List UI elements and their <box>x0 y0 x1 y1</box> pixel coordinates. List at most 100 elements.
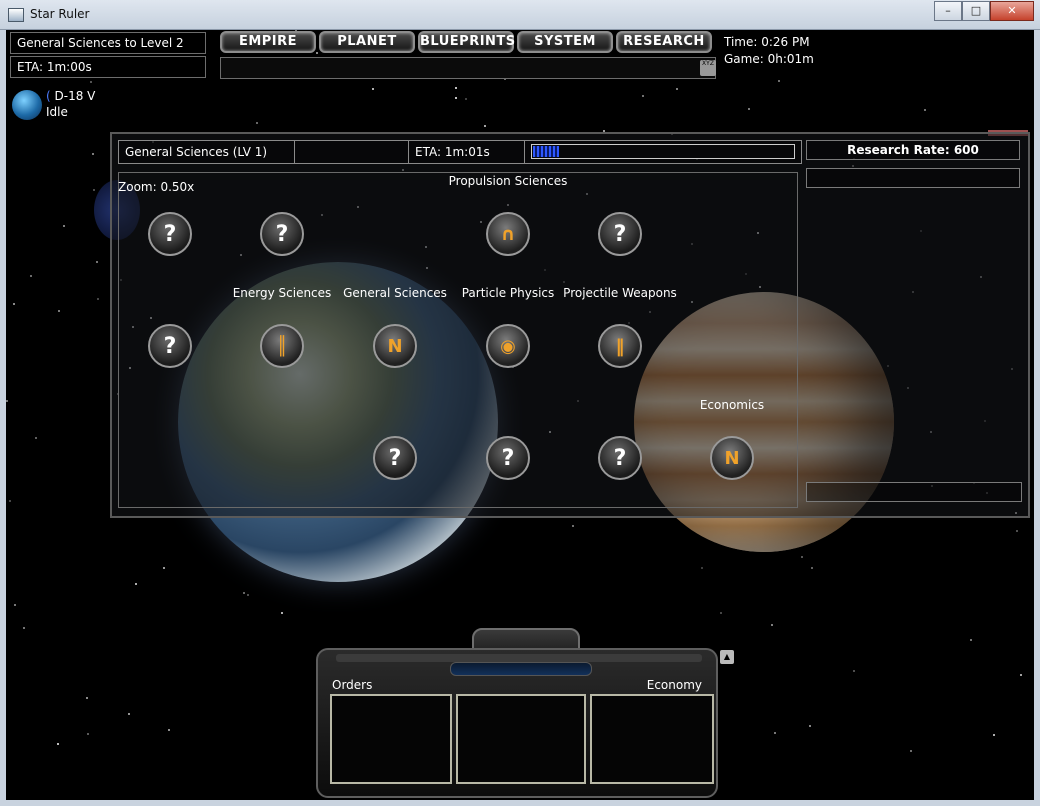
research-status-blank <box>295 141 409 163</box>
tech-node-particle-physics[interactable]: ◉ <box>486 324 530 368</box>
window-controls: – □ ✕ <box>934 1 1034 21</box>
star <box>281 612 283 614</box>
research-progress-fill <box>533 146 559 157</box>
app-icon <box>8 8 24 22</box>
unknown-icon: ? <box>275 221 289 247</box>
research-window: General Sciences (LV 1) ETA: 1m:01s Zoom… <box>110 132 1030 518</box>
tech-node-unknown-4[interactable]: ? <box>148 324 192 368</box>
research-progress-bar <box>531 144 795 159</box>
star <box>572 525 574 527</box>
tech-node-unknown-9[interactable]: ? <box>373 436 417 480</box>
propulsion-icon: ∩ <box>500 223 516 245</box>
star <box>774 732 776 734</box>
window-title: Star Ruler <box>30 7 90 21</box>
star <box>720 612 722 614</box>
selected-object-label: D-18 V <box>54 89 96 103</box>
projectile-weapons-icon: ‖ <box>615 335 625 357</box>
planet-globe-icon[interactable] <box>12 90 42 120</box>
tech-node-unknown-0[interactable]: ? <box>148 212 192 256</box>
star <box>924 109 926 111</box>
unknown-icon: ? <box>163 221 177 247</box>
particle-physics-icon: ◉ <box>500 335 516 357</box>
tech-node-unknown-3[interactable]: ? <box>598 212 642 256</box>
star <box>247 594 249 596</box>
tab-system[interactable]: SYSTEM <box>517 31 613 53</box>
current-research: General Sciences (LV 1) <box>119 141 295 163</box>
star <box>465 98 467 100</box>
tech-node-energy-sciences[interactable]: ║ <box>260 324 304 368</box>
unknown-icon: ? <box>388 445 402 471</box>
close-button[interactable]: ✕ <box>990 1 1034 21</box>
star <box>372 88 374 90</box>
real-time: Time: 0:26 PM <box>724 35 810 49</box>
bottom-console: Orders Economy ▲ <box>316 628 734 798</box>
star <box>853 670 855 672</box>
star <box>1016 530 1018 532</box>
main-nav: EMPIRE PLANET BLUEPRINTS SYSTEM RESEARCH <box>220 31 712 53</box>
economics-icon: N <box>724 447 740 469</box>
star <box>97 298 99 300</box>
tech-tree-area[interactable] <box>118 172 798 508</box>
selected-object-status: Idle <box>46 105 68 119</box>
selected-object-name[interactable]: ( D-18 V <box>46 89 95 103</box>
star <box>14 604 16 606</box>
tech-node-general-sciences[interactable]: N <box>373 324 417 368</box>
star <box>778 80 780 82</box>
tab-blueprints[interactable]: BLUEPRINTS <box>418 31 515 53</box>
research-progress-cell <box>525 141 801 163</box>
window-titlebar: Star Ruler – □ ✕ <box>0 0 1040 30</box>
star <box>57 743 59 745</box>
unknown-icon: ? <box>613 445 627 471</box>
research-eta: ETA: 1m:01s <box>409 141 525 163</box>
tech-node-economics[interactable]: N <box>710 436 754 480</box>
tech-node-label: Propulsion Sciences <box>448 174 568 188</box>
tech-node-label: Economics <box>699 398 765 412</box>
console-strip <box>336 654 702 662</box>
star <box>701 567 703 569</box>
orders-panel[interactable] <box>330 694 452 784</box>
console-body: Orders Economy <box>316 648 718 798</box>
tech-node-unknown-10[interactable]: ? <box>486 436 530 480</box>
unknown-icon: ? <box>613 221 627 247</box>
tab-planet[interactable]: PLANET <box>319 31 415 53</box>
star <box>801 556 803 558</box>
star <box>455 97 457 99</box>
research-queue-current[interactable]: General Sciences to Level 2 <box>10 32 206 54</box>
tech-node-projectile-weapons[interactable]: ‖ <box>598 324 642 368</box>
star <box>809 725 811 727</box>
research-sidebar-footer <box>806 482 1022 502</box>
minimize-button[interactable]: – <box>934 1 962 21</box>
xyz-toggle-button[interactable]: XYZ <box>700 60 716 76</box>
star <box>9 500 11 502</box>
star <box>63 225 65 227</box>
tech-node-propulsion-sciences[interactable]: ∩ <box>486 212 530 256</box>
star <box>970 639 972 641</box>
console-collapse-icon[interactable]: ▲ <box>720 650 734 664</box>
star <box>771 624 773 626</box>
center-panel[interactable] <box>456 694 586 784</box>
game-viewport[interactable]: General Sciences to Level 2 ETA: 1m:00s … <box>6 30 1034 800</box>
star <box>58 310 60 312</box>
star <box>6 400 8 402</box>
star <box>163 567 165 569</box>
general-sciences-icon: N <box>387 335 403 357</box>
maximize-button[interactable]: □ <box>962 1 990 21</box>
star <box>811 567 813 569</box>
game-time: Game: 0h:01m <box>724 52 814 66</box>
star <box>484 125 486 127</box>
tech-node-unknown-11[interactable]: ? <box>598 436 642 480</box>
tech-node-unknown-1[interactable]: ? <box>260 212 304 256</box>
research-queue-eta: ETA: 1m:00s <box>10 56 206 78</box>
star <box>23 627 25 629</box>
tab-empire[interactable]: EMPIRE <box>220 31 316 53</box>
star <box>93 189 95 191</box>
star <box>243 592 245 594</box>
tab-research[interactable]: RESEARCH <box>616 31 712 53</box>
window-frame-right <box>1034 30 1040 806</box>
research-rate: Research Rate: 600 <box>806 140 1020 160</box>
star <box>748 108 750 110</box>
unknown-icon: ? <box>501 445 515 471</box>
zoom-level: Zoom: 0.50x <box>118 180 195 194</box>
tech-node-label: Projectile Weapons <box>563 286 677 300</box>
economy-panel[interactable] <box>590 694 714 784</box>
